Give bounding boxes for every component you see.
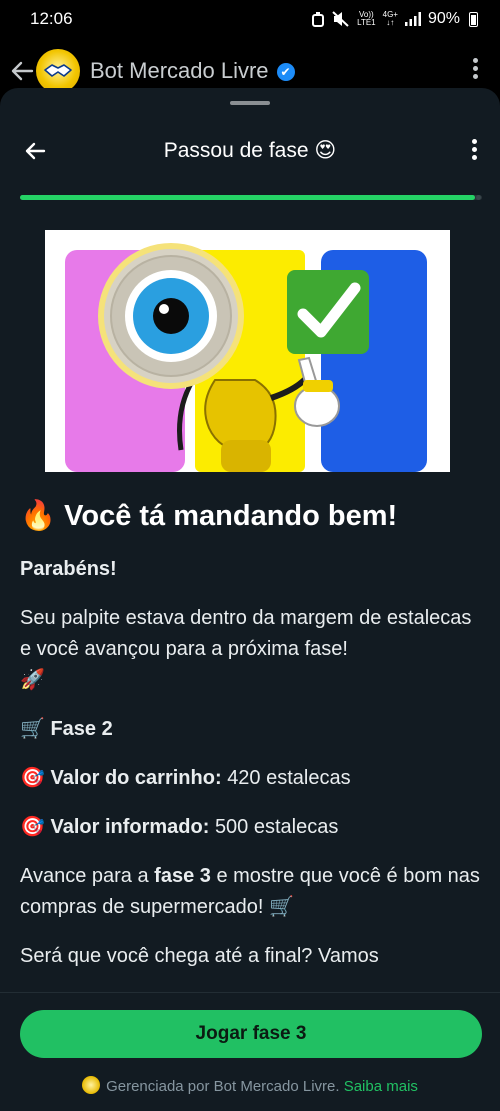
message-content: 🔥 Você tá mandando bem! Parabéns! Seu pa… — [20, 496, 482, 972]
status-time: 12:06 — [30, 9, 73, 28]
informed-value-line: 🎯 Valor informado: 500 estalecas — [20, 812, 482, 843]
cart-value: 420 estalecas — [227, 767, 351, 789]
progress-end-dot — [476, 195, 481, 200]
network-bottom: ↓↑ — [386, 18, 395, 27]
volte-bottom: LTE1 — [357, 18, 376, 27]
handshake-icon — [44, 64, 72, 77]
managed-by-footer: Gerenciada por Bot Mercado Livre. Saiba … — [0, 1076, 500, 1095]
phase-progress-bar — [20, 195, 482, 200]
cart-value-label: Valor do carrinho: — [50, 767, 222, 789]
cart-emoji-icon: 🛒 — [20, 718, 45, 740]
bot-logo-icon — [82, 1076, 101, 1094]
bottom-sheet: Passou de fase 😍 🔥 Você tá mandando bem!… — [0, 88, 500, 1111]
chat-name[interactable]: Bot Mercado Livre ✔ — [90, 58, 295, 84]
play-phase-3-button[interactable]: Jogar fase 3 — [20, 1010, 482, 1058]
chat-name-text: Bot Mercado Livre — [90, 58, 269, 83]
advance-pre: Avance para a — [20, 865, 155, 887]
learn-more-link[interactable]: Saiba mais — [344, 1078, 418, 1095]
phase-text: Fase 2 — [50, 718, 113, 740]
cart-value-line: 🎯 Valor do carrinho: 420 estalecas — [20, 763, 482, 794]
congrats-text: Parabéns! — [20, 558, 117, 580]
verified-badge-icon: ✔ — [276, 63, 295, 82]
big-brother-eye-illustration — [65, 243, 427, 472]
sheet-grabber[interactable] — [230, 101, 270, 105]
advance-bold: fase 3 — [154, 865, 211, 887]
target-emoji-icon: 🎯 — [20, 767, 45, 789]
fire-emoji-icon: 🔥 — [20, 500, 57, 532]
informed-value: 500 estalecas — [214, 816, 339, 838]
chat-avatar[interactable] — [36, 49, 80, 93]
intro-paragraph: Seu palpite estava dentro da margem de e… — [20, 603, 482, 696]
headline-text: Você tá mandando bem! — [64, 500, 398, 532]
chat-menu-icon[interactable] — [473, 58, 478, 82]
footer-text: Gerenciada por Bot Mercado Livre. — [106, 1078, 340, 1095]
bottom-action-area: Jogar fase 3 Gerenciada por Bot Mercado … — [0, 992, 500, 1111]
advance-paragraph: Avance para a fase 3 e mostre que você é… — [20, 861, 482, 923]
mute-icon — [332, 11, 349, 27]
signal-icon — [404, 12, 421, 26]
hero-image — [45, 230, 450, 472]
phase-progress-fill — [20, 195, 476, 200]
sheet-title: Passou de fase 😍 — [163, 139, 337, 162]
sheet-header: Passou de fase 😍 — [0, 126, 500, 176]
rocket-emoji-icon: 🚀 — [20, 669, 45, 691]
status-icons: Vo)) LTE1 4G+ ↓↑ 90% — [311, 10, 478, 28]
phase-line: 🛒 Fase 2 — [20, 714, 482, 745]
volte-indicator: Vo)) LTE1 — [357, 11, 376, 27]
battery-percent: 90% — [427, 10, 460, 27]
scroll-fade — [0, 968, 500, 992]
battery-icon — [469, 11, 478, 27]
chat-back-arrow-icon[interactable] — [8, 57, 36, 85]
network-indicator: 4G+ ↓↑ — [383, 11, 398, 27]
target-emoji-icon: 🎯 — [20, 816, 45, 838]
informed-value-label: Valor informado: — [50, 816, 210, 838]
more-options-icon[interactable] — [472, 139, 478, 163]
intro-text: Seu palpite estava dentro da margem de e… — [20, 607, 472, 660]
message-headline: 🔥 Você tá mandando bem! — [20, 496, 482, 536]
status-bar: 12:06 Vo)) LTE1 4G+ ↓↑ 90% — [0, 0, 500, 38]
alarm-icon — [312, 12, 325, 27]
